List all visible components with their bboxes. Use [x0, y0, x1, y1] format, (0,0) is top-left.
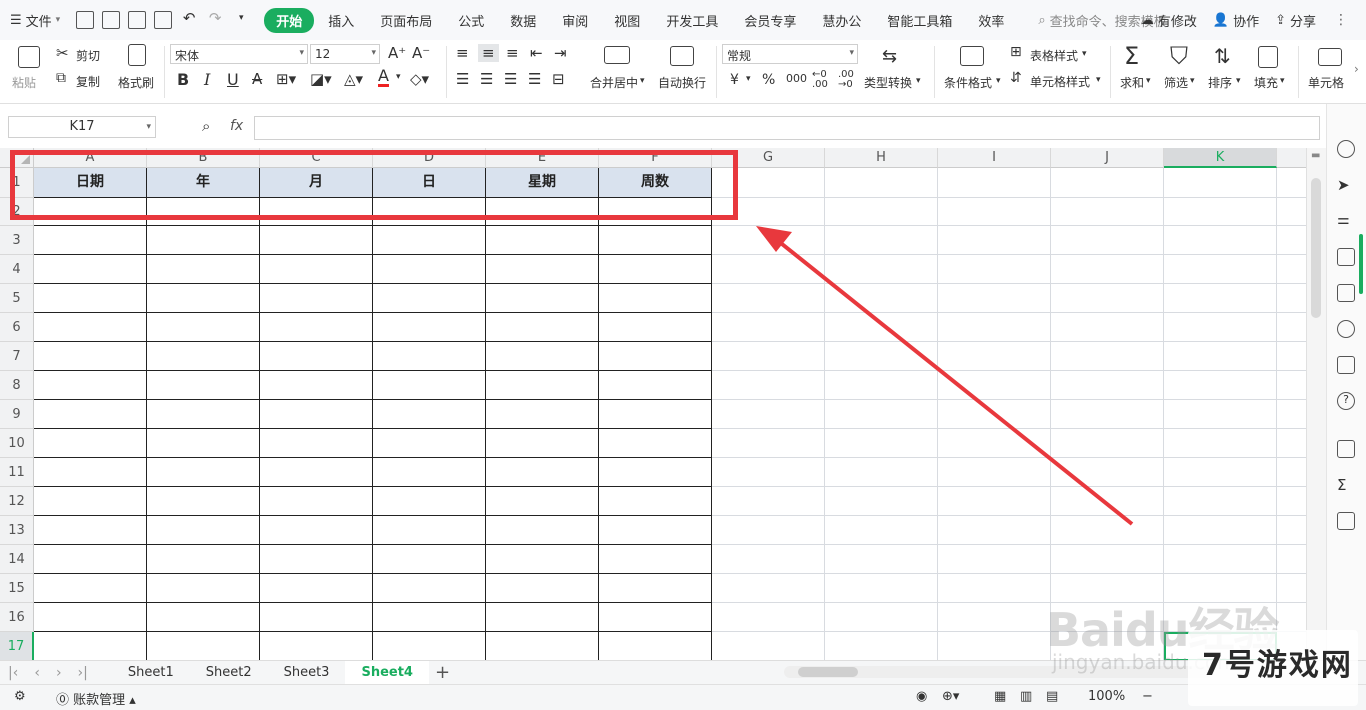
site-logo-text: 7号游戏网 — [1202, 648, 1353, 683]
first-sheet-icon[interactable]: |‹ — [8, 665, 18, 681]
sheet-tab-1[interactable]: Sheet1 — [112, 661, 190, 685]
page-break-view-icon[interactable]: ▤ — [1046, 689, 1058, 704]
rocket-icon[interactable] — [1337, 140, 1355, 158]
tool-icon[interactable] — [1337, 512, 1355, 530]
view-options-icon[interactable]: ⊕▾ — [942, 689, 959, 704]
sheet-tab-2[interactable]: Sheet2 — [190, 661, 268, 685]
settings-sliders-icon[interactable]: ⚌ — [1337, 212, 1355, 230]
prev-sheet-icon[interactable]: ‹ — [34, 665, 40, 681]
account-icon: ⓪ — [56, 693, 70, 708]
account-management-button[interactable]: ⓪ 账款管理 ▴ — [56, 689, 136, 708]
book-icon[interactable] — [1337, 356, 1355, 374]
last-sheet-icon[interactable]: ›| — [78, 665, 88, 681]
vertical-scroll-thumb[interactable] — [1311, 178, 1321, 318]
right-sidebar: ➤ ⚌ ? Σ — [1326, 104, 1366, 660]
eye-protection-icon[interactable]: ◉ — [916, 689, 927, 704]
zoom-out-icon[interactable]: − — [1142, 689, 1153, 704]
next-sheet-icon[interactable]: › — [56, 665, 62, 681]
sheet-tab-4[interactable]: Sheet4 — [345, 660, 429, 685]
status-menu-icon[interactable]: ⚙ — [14, 689, 26, 704]
status-bar: ⚙ ⓪ 账款管理 ▴ ◉ ⊕▾ ▦ ▥ ▤ 100% − — [0, 684, 1366, 710]
page-layout-view-icon[interactable]: ▥ — [1020, 689, 1032, 704]
normal-view-icon[interactable]: ▦ — [994, 689, 1006, 704]
vertical-scrollbar[interactable]: ▬ — [1306, 148, 1326, 660]
shapes-icon[interactable] — [1337, 248, 1355, 266]
sidebar-indicator — [1359, 234, 1363, 294]
formula-sum-icon[interactable]: Σ — [1337, 476, 1355, 494]
add-sheet-icon[interactable]: + — [435, 662, 450, 683]
site-logo: 7号游戏网 — [1188, 630, 1358, 706]
sheet-tab-3[interactable]: Sheet3 — [268, 661, 346, 685]
scroll-up-icon[interactable]: ▬ — [1311, 150, 1320, 161]
zoom-level[interactable]: 100% — [1088, 689, 1125, 704]
location-icon[interactable] — [1337, 320, 1355, 338]
document-icon[interactable] — [1337, 440, 1355, 458]
help-icon[interactable]: ? — [1337, 392, 1355, 410]
horizontal-scroll-thumb[interactable] — [798, 667, 858, 677]
image-tool-icon[interactable] — [1337, 284, 1355, 302]
account-management-label: 账款管理 — [73, 693, 126, 708]
pointer-icon[interactable]: ➤ — [1337, 176, 1355, 194]
